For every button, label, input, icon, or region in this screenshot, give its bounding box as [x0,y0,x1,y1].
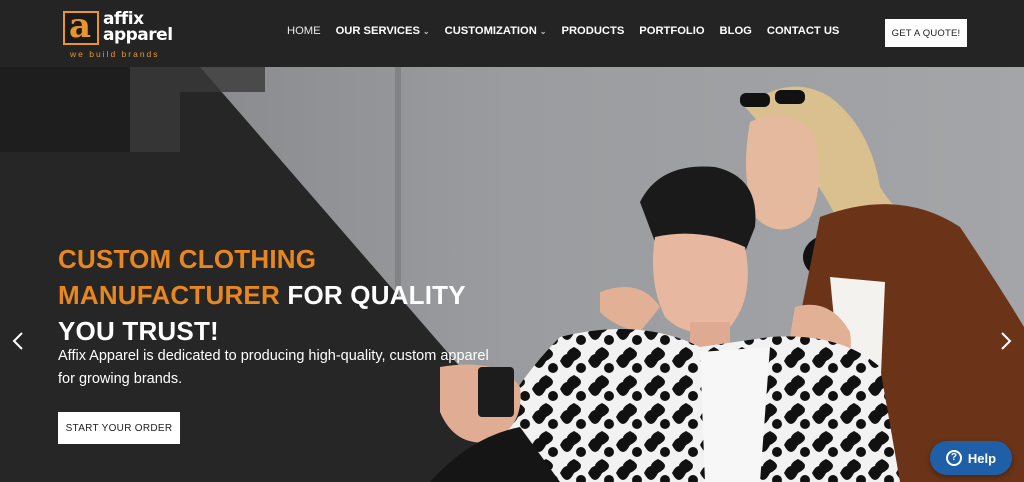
nav-item-home[interactable]: HOME [287,25,321,37]
get-a-quote-button[interactable]: GET A QUOTE! [885,19,967,47]
logo-word-apparel: apparel [103,25,173,45]
start-your-order-button[interactable]: START YOUR ORDER [58,412,180,444]
main-nav: HOME OUR SERVICES ⌄ CUSTOMIZATION ⌄ PRODUC… [287,25,854,37]
chevron-down-icon: ⌄ [539,26,547,36]
hero-headline: CUSTOM CLOTHING MANUFACTURER FOR QUALITY… [58,241,466,349]
chevron-right-icon[interactable] [996,330,1016,352]
affix-apparel-logo[interactable]: a affix apparel we build brands [63,9,173,61]
headline-line-1: CUSTOM CLOTHING [58,244,317,274]
logo-mark-box: a [63,6,99,46]
nav-item-products[interactable]: PRODUCTS [562,25,625,37]
nav-item-our-services[interactable]: OUR SERVICES ⌄ [336,25,430,37]
headline-line-3: YOU TRUST! [58,316,219,346]
nav-label-contact-us: CONTACT US [766,25,840,37]
nav-item-blog[interactable]: BLOG [720,25,752,37]
chevron-left-icon[interactable] [8,330,28,352]
headline-line-2-accent: MANUFACTURER [58,280,280,310]
logo-tagline: we build brands [70,49,160,59]
chevron-down-icon: ⌄ [422,26,430,36]
nav-item-contact-us[interactable]: CONTACT US [767,25,840,37]
hero-subtext: Affix Apparel is dedicated to producing … [58,348,489,387]
question-circle-icon: ? [945,450,962,466]
help-label: Help [967,450,997,466]
headline-line-2: FOR QUALITY [279,280,466,310]
nav-item-portfolio[interactable]: PORTFOLIO [639,25,704,37]
nav-label-portfolio: PORTFOLIO [639,25,705,37]
site-header: a affix apparel we build brands HOME OUR… [0,0,1024,67]
logo-mark-letter: a [69,6,92,46]
nav-label-products: PRODUCTS [561,25,625,37]
nav-label-blog: BLOG [719,25,752,37]
hero-slider: CUSTOM CLOTHING MANUFACTURER FOR QUALITY… [0,67,1024,482]
help-widget-button[interactable]: ? Help [930,441,1012,475]
nav-label-home: HOME [287,25,321,37]
nav-label-customization: CUSTOMIZATION [444,25,537,37]
nav-label-our-services: OUR SERVICES [335,25,420,37]
nav-item-customization[interactable]: CUSTOMIZATION ⌄ [445,25,547,37]
